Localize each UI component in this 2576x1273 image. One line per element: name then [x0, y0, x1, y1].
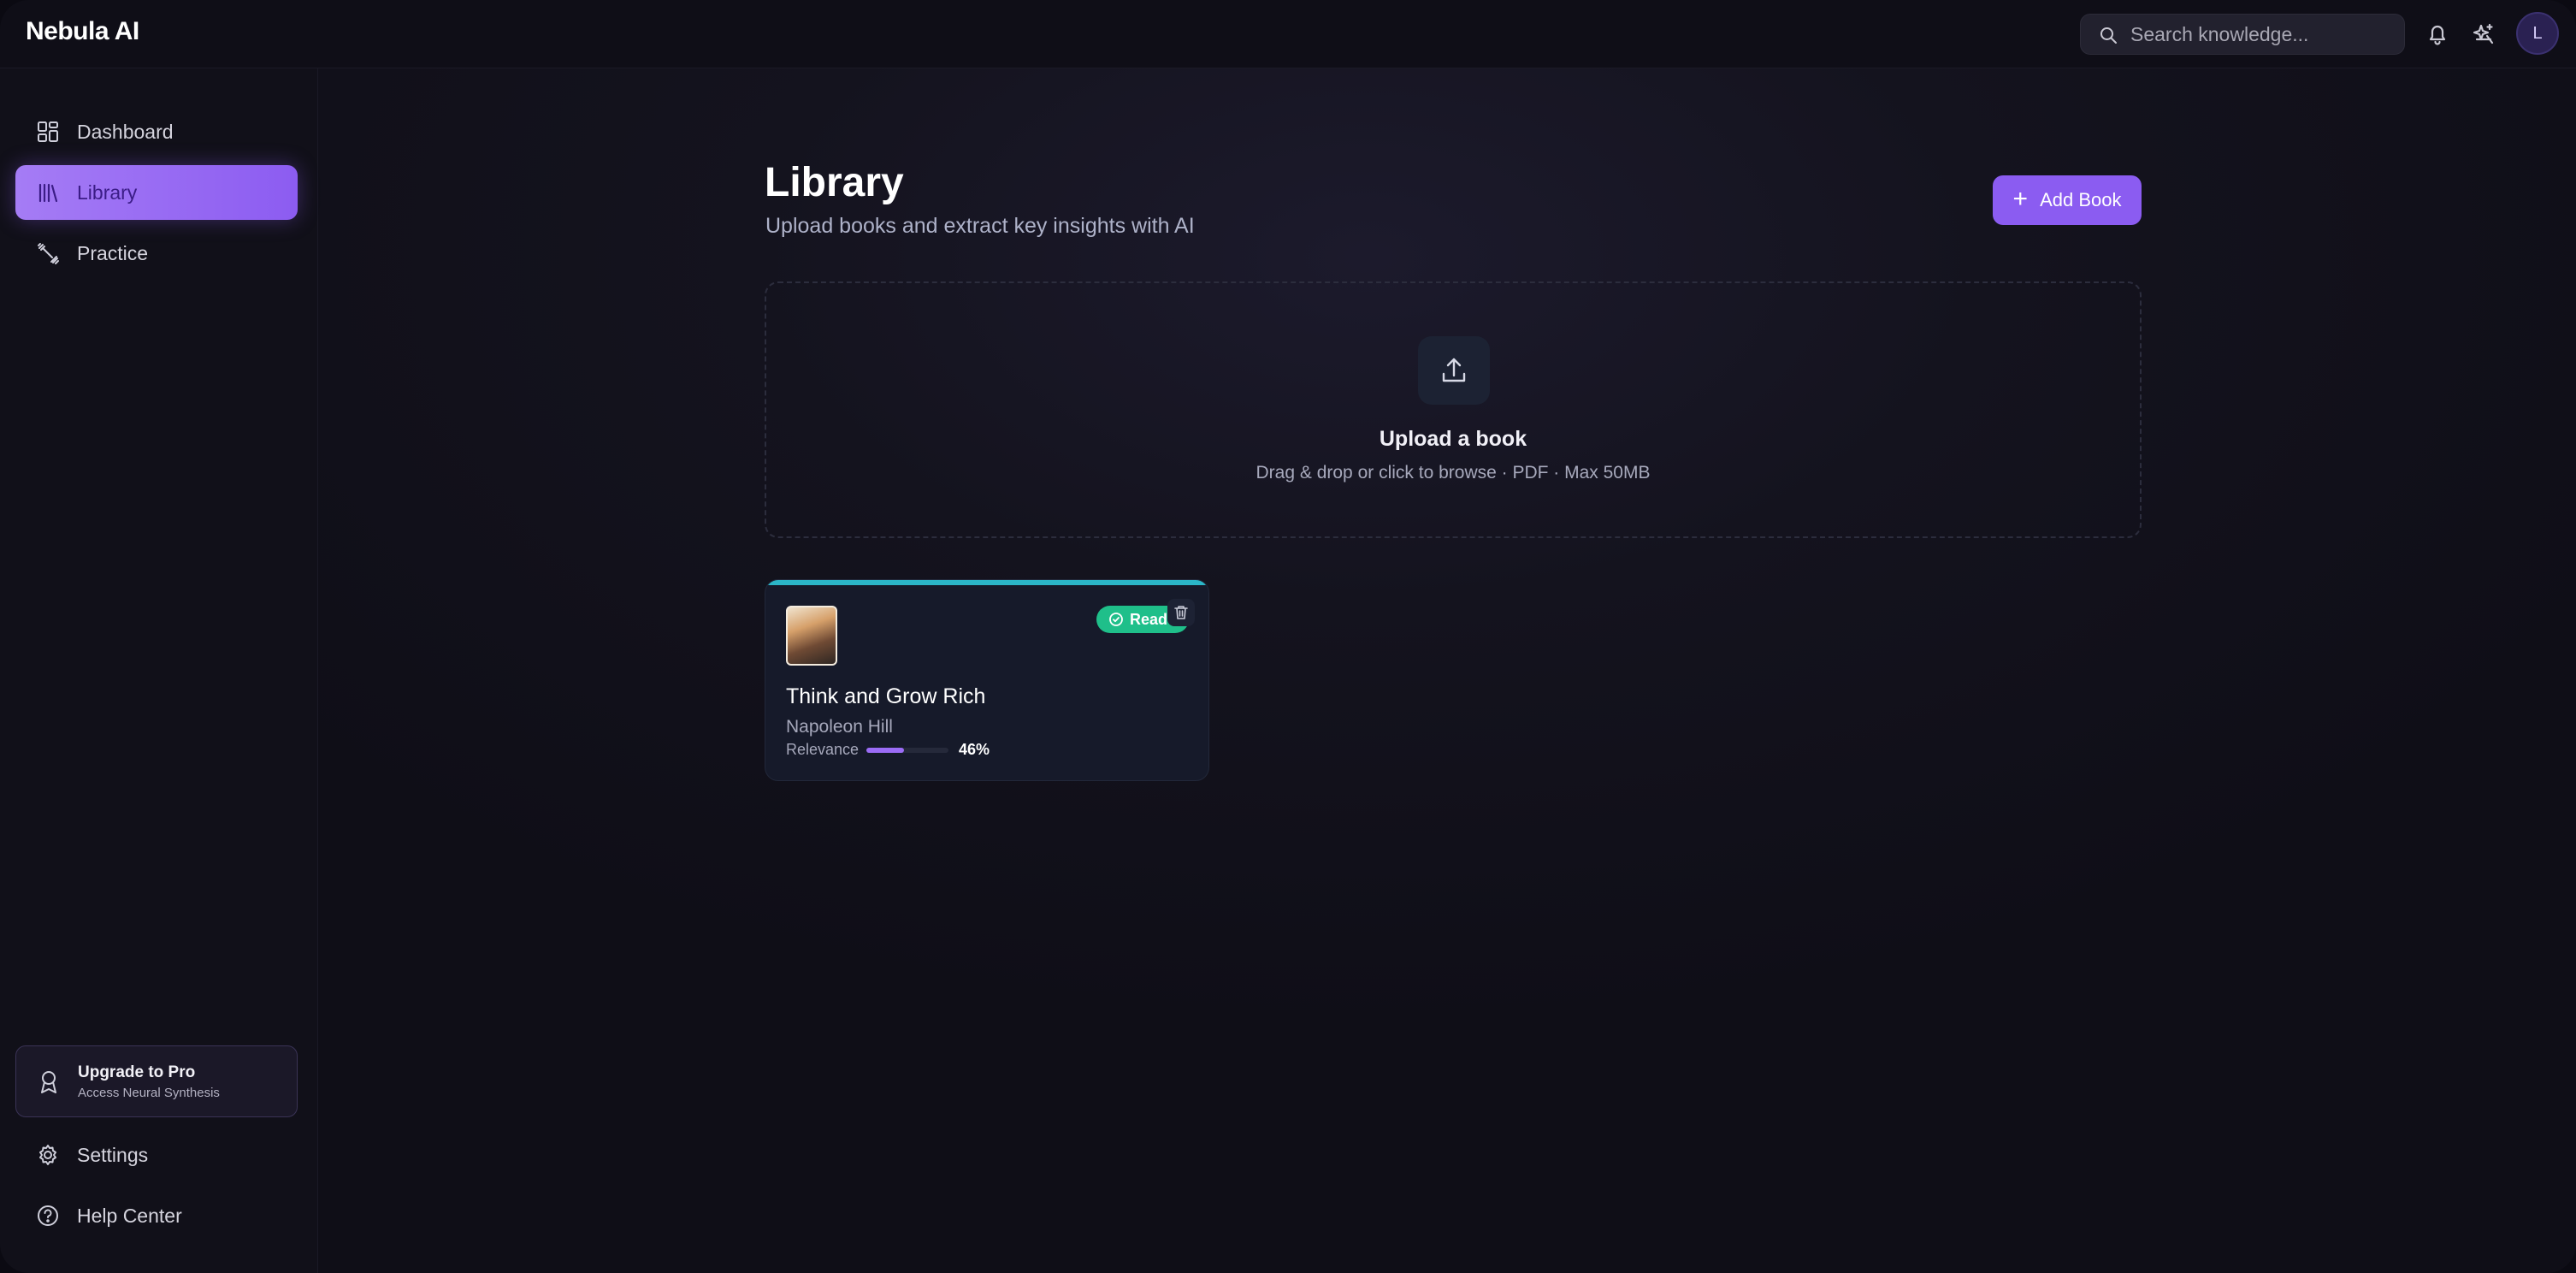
upload-dropzone[interactable]: Upload a book Drag & drop or click to br…	[765, 281, 2142, 538]
app-logo[interactable]: Nebula AI	[26, 17, 139, 46]
bell-icon[interactable]	[2420, 17, 2455, 51]
sidebar: Dashboard Library Practice Upgrade to Pr…	[0, 68, 318, 1273]
award-icon	[41, 1071, 56, 1093]
book-title: Think and Grow Rich	[786, 684, 986, 708]
status-label: Read	[1130, 610, 1168, 628]
page-title: Library	[765, 160, 904, 205]
search-icon	[2100, 27, 2117, 44]
relevance-value: 46%	[959, 741, 990, 758]
dashboard-icon	[38, 121, 58, 142]
add-book-label: Add Book	[2040, 189, 2122, 210]
sidebar-item-help-center[interactable]: Help Center	[15, 1188, 298, 1243]
library-icon	[38, 183, 58, 203]
gear-icon	[39, 1145, 56, 1165]
search-input[interactable]	[2130, 15, 2396, 54]
help-icon	[38, 1205, 58, 1226]
delete-book-button[interactable]	[1167, 599, 1195, 626]
upload-title: Upload a book	[1379, 427, 1527, 451]
upgrade-subtitle: Access Neural Synthesis	[78, 1086, 220, 1100]
upgrade-title: Upgrade to Pro	[78, 1063, 196, 1081]
user-avatar[interactable]: L	[2516, 12, 2559, 55]
sidebar-item-label: Dashboard	[77, 120, 174, 143]
book-author: Napoleon Hill	[786, 717, 893, 737]
sidebar-item-label: Practice	[77, 241, 149, 264]
sidebar-item-library[interactable]: Library	[15, 165, 298, 220]
search-box[interactable]	[2080, 14, 2405, 55]
sidebar-item-label: Help Center	[77, 1204, 182, 1227]
sidebar-item-settings[interactable]: Settings	[15, 1128, 298, 1182]
book-card[interactable]: Read Think and Grow Rich Napoleon Hill R…	[765, 579, 1209, 781]
check-circle-icon	[1109, 613, 1123, 626]
sidebar-item-practice[interactable]: Practice	[15, 226, 298, 281]
upload-icon	[1442, 358, 1466, 382]
card-accent-bar	[765, 580, 1208, 585]
sidebar-item-label: Settings	[77, 1143, 149, 1166]
app-window: Nebula AI L Dashboard	[0, 0, 2576, 1273]
upgrade-card[interactable]: Upgrade to Pro Access Neural Synthesis	[15, 1045, 298, 1117]
book-cover-image	[786, 606, 837, 666]
plus-icon: +	[2012, 184, 2029, 213]
sidebar-item-dashboard[interactable]: Dashboard	[15, 104, 298, 159]
top-bar: Nebula AI L	[0, 0, 2576, 68]
upload-icon-box	[1418, 336, 1490, 405]
practice-icon	[38, 243, 59, 264]
trash-icon	[1174, 606, 1188, 619]
relevance-bar	[866, 748, 948, 753]
sparkles-icon[interactable]	[2467, 17, 2501, 51]
upload-subtitle: Drag & drop or click to browse · PDF · M…	[1256, 463, 1651, 483]
page-subtitle: Upload books and extract key insights wi…	[765, 214, 1195, 238]
relevance-bar-fill	[866, 748, 905, 753]
relevance-label: Relevance	[786, 741, 860, 758]
sidebar-item-label: Library	[77, 181, 138, 204]
add-book-button[interactable]: + Add Book	[1993, 175, 2142, 225]
